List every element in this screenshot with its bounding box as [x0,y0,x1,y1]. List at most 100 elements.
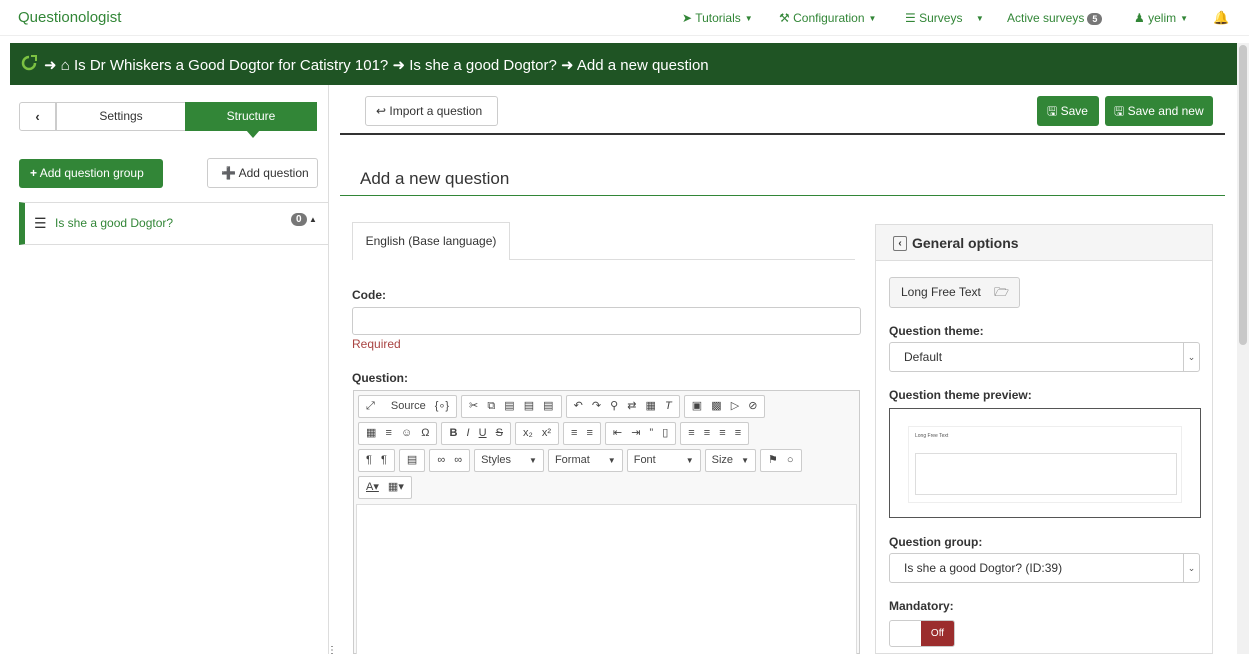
paste-word-icon[interactable]: ▤ [543,400,553,412]
horizontal-rule-icon[interactable]: ≡ [385,427,391,439]
align-right-icon[interactable]: ≡ [719,427,725,439]
add-question-button[interactable]: ➕ Add question [207,158,318,188]
active-surveys-link[interactable]: Active surveys 5 [1007,11,1103,25]
sidebar: ‹ Settings Structure + Add question grou… [10,85,337,654]
justify-icon[interactable]: ≡ [735,427,741,439]
styles-dropdown[interactable]: Styles ▼ [474,449,544,472]
outdent-icon[interactable]: ⇤ [613,427,622,439]
table-icon[interactable]: ▦ [366,427,376,439]
iframe-icon[interactable]: ▤ [407,454,417,466]
breadcrumb-survey[interactable]: Is Dr Whiskers a Good Dogtor for Catistr… [74,57,388,74]
image-icon[interactable]: ▣ [692,400,702,412]
editor-toolbar-group: ≡ ≡ ≡ ≡ [680,422,750,445]
question-theme-select[interactable]: Default ⌄ [889,342,1200,372]
italic-icon[interactable]: I [467,427,470,439]
format-dropdown[interactable]: Format ▼ [547,449,623,472]
import-question-label[interactable]: Import a question [389,104,482,118]
size-dropdown[interactable]: Size ▼ [704,449,756,472]
cut-icon[interactable]: ✂ [469,400,478,412]
superscript-icon[interactable]: x² [542,427,551,439]
align-left-icon[interactable]: ≡ [688,427,694,439]
subscript-icon[interactable]: x₂ [523,427,533,439]
brand-logo[interactable]: Questionologist [18,9,121,26]
undo-icon[interactable]: ↶ [574,400,583,412]
indent-icon[interactable]: ⇥ [631,427,640,439]
save-button[interactable]: 🖫 Save [1037,96,1099,126]
tab-english-base-language[interactable]: English (Base language) [352,222,510,260]
compass-icon[interactable]: ⊘ [748,400,757,412]
preview-question-text: Long Free Text [915,433,949,439]
configuration-menu[interactable]: ⚒ Configuration ▼ [779,11,876,25]
blockquote-icon[interactable]: ” [649,427,653,439]
question-text-area[interactable] [356,504,857,654]
align-center-icon[interactable]: ≡ [704,427,710,439]
font-dropdown[interactable]: Font ▼ [626,449,701,472]
source-button[interactable]: Source [391,400,426,412]
chevron-down-icon: ⌄ [1183,554,1199,582]
question-type-button[interactable]: Long Free Text 🗁 [889,277,1020,308]
user-menu[interactable]: ♟ yelim ▼ [1134,11,1188,25]
mandatory-label: Mandatory: [889,599,954,613]
folder-open-icon: 🗁 [994,285,1010,299]
text-color-icon[interactable]: A▾ [366,481,379,493]
tab-structure[interactable]: Structure [185,102,317,138]
numbered-list-icon[interactable]: ≡ [571,427,577,439]
bold-icon[interactable]: B [449,427,457,439]
paste-text-icon[interactable]: ▤ [524,400,534,412]
template-icon[interactable]: {∘} [435,400,449,412]
format-label: Format [554,454,590,466]
omega-icon[interactable]: Ω [421,427,429,439]
find-icon[interactable]: ⚲ [610,400,618,412]
underline-icon[interactable]: U [479,427,487,439]
save-label: Save [1060,104,1088,118]
list-item[interactable]: ☰ Is she a good Dogtor? 0 ▲ [19,202,329,245]
editor-toolbar-group: ▦ ≡ ☺ Ω [358,422,438,445]
rtl-icon[interactable]: ¶ [381,454,387,466]
chevron-down-icon: ▼ [607,456,616,465]
maximize-icon[interactable]: ⤢ [366,400,375,412]
page-scrollbar[interactable] [1237,43,1249,654]
smiley-icon[interactable]: ☺ [401,427,412,439]
paste-icon[interactable]: ▤ [504,400,514,412]
unlink-icon[interactable]: ∞ [454,454,462,466]
collapse-sidebar-button[interactable]: ‹ [19,102,56,131]
bulleted-list-icon[interactable]: ≡ [586,427,592,439]
flag-icon[interactable]: ⚑ [768,454,778,466]
mandatory-off-state[interactable]: Off [921,621,954,646]
play-icon[interactable]: ▷ [731,400,739,412]
surveys-menu[interactable]: ☰ Surveys ▼ [905,11,984,25]
link-icon[interactable]: ∞ [437,454,445,466]
import-question-button[interactable]: ↩ Import a question [365,96,498,126]
question-group-name[interactable]: Is she a good Dogtor? [55,216,173,230]
editor-toolbar-group: ▣ ▩ ▷ ⊘ [683,395,766,418]
question-theme-preview: Long Free Text [889,408,1201,518]
code-field[interactable] [352,307,861,335]
save-and-new-button[interactable]: 🖫 Save and new [1105,96,1213,126]
replace-icon[interactable]: ⇄ [627,400,636,412]
drag-handle-icon[interactable]: ☰ [34,215,47,232]
add-question-group-button[interactable]: + Add question group [19,159,163,188]
redo-icon[interactable]: ↷ [592,400,601,412]
flash-icon[interactable]: ▩ [711,400,721,412]
arrow-right-icon: ➜ [560,57,574,74]
breadcrumb-group[interactable]: Is she a good Dogtor? [409,57,557,74]
strikethrough-icon[interactable]: S [496,427,503,439]
ltr-icon[interactable]: ¶ [366,454,372,466]
copy-icon[interactable]: ⧉ [487,400,495,412]
question-group-select[interactable]: Is she a good Dogtor? (ID:39) ⌄ [889,553,1200,583]
mandatory-toggle[interactable]: Off [889,620,955,647]
caret-up-icon[interactable]: ▲ [309,215,317,224]
floppy-disk-icon: 🖫 [1047,104,1058,118]
background-color-icon[interactable]: ▦▾ [388,481,404,493]
sidebar-resize-handle[interactable]: ⋮ [327,645,337,654]
bell-icon[interactable]: 🔔 [1213,10,1229,26]
div-icon[interactable]: ▯ [662,427,668,439]
chevron-left-icon[interactable]: ‹ [893,236,907,251]
scrollbar-thumb[interactable] [1239,45,1247,345]
tutorials-menu[interactable]: ➤ Tutorials ▼ [682,11,753,25]
page-title: Add a new question [360,169,510,188]
remove-format-icon[interactable]: T [665,400,672,412]
globe-icon[interactable]: ○ [787,454,794,466]
select-all-icon[interactable]: ▦ [646,400,656,412]
tab-settings[interactable]: Settings [56,102,186,131]
